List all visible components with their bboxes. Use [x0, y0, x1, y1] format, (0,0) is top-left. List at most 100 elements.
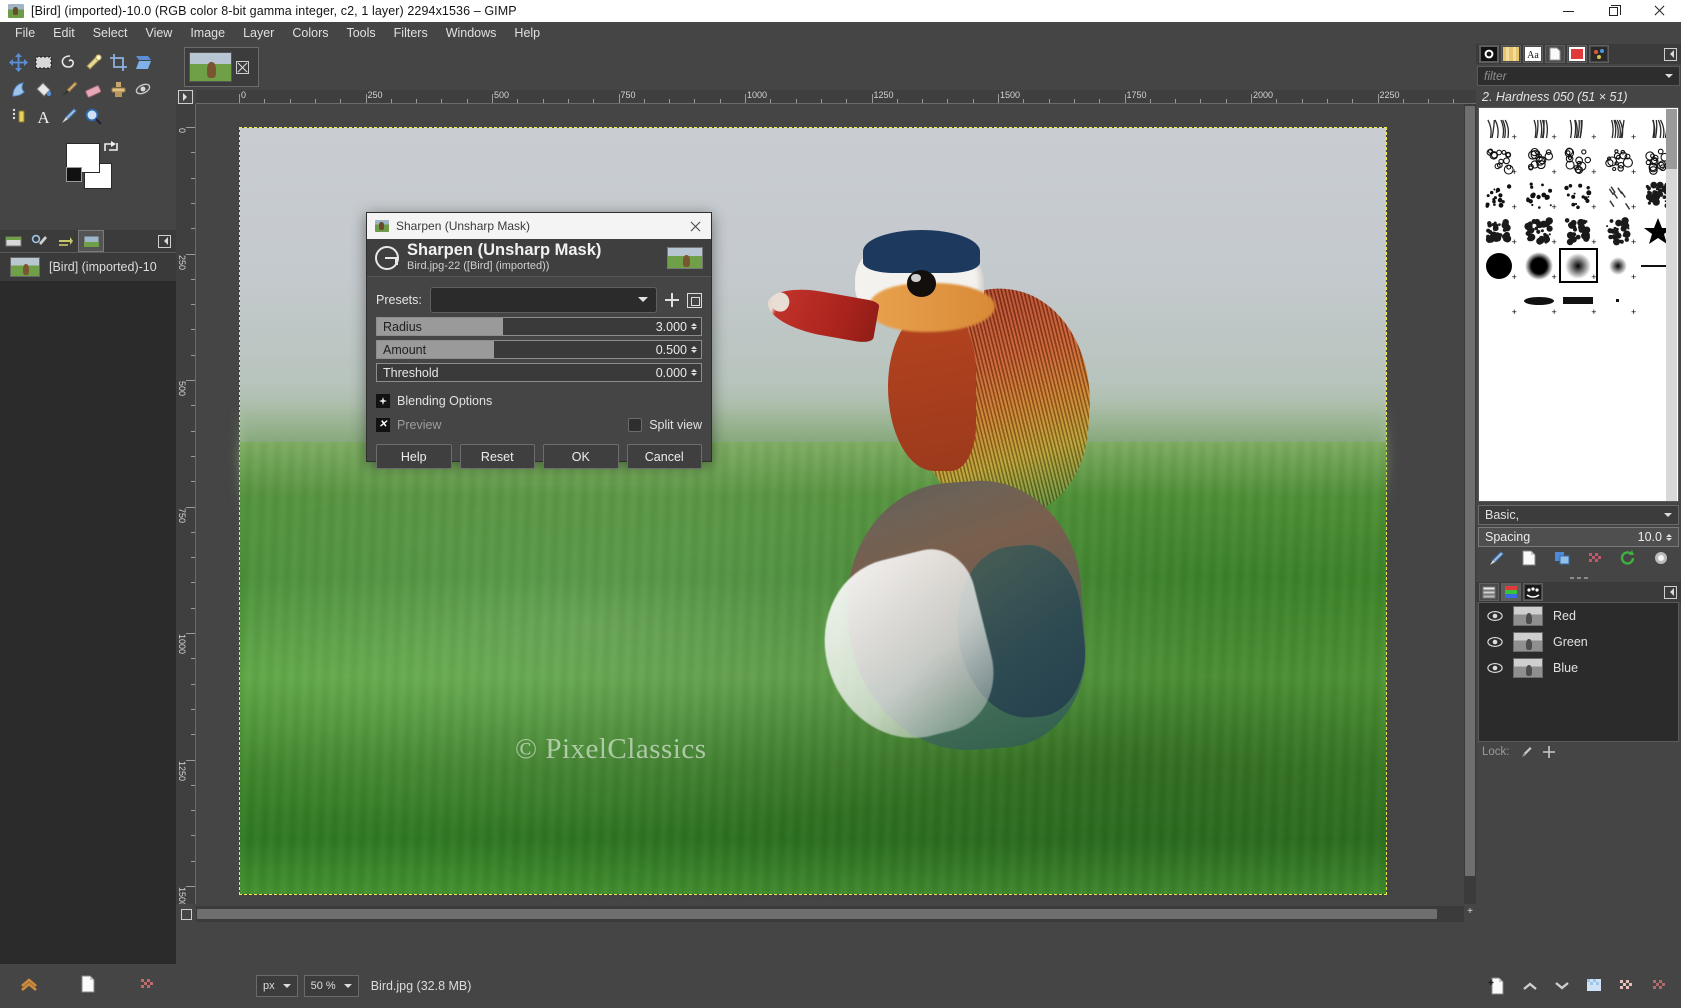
- brush-item[interactable]: +: [1559, 143, 1599, 178]
- brush-item[interactable]: +: [1598, 283, 1638, 318]
- preview-checkbox[interactable]: ✕: [376, 418, 390, 432]
- spacing-control[interactable]: Spacing 10.0: [1478, 527, 1679, 547]
- menu-help[interactable]: Help: [505, 24, 549, 42]
- brush-item[interactable]: +: [1519, 143, 1559, 178]
- radius-slider[interactable]: Radius 3.000: [376, 317, 702, 336]
- gradient-tool[interactable]: [6, 104, 31, 129]
- visibility-icon[interactable]: [1487, 662, 1503, 674]
- brush-item[interactable]: +: [1598, 178, 1638, 213]
- duplicate-brush-button[interactable]: [1553, 550, 1571, 571]
- chevron-down-icon[interactable]: [1665, 74, 1673, 82]
- brush-filter-input[interactable]: filter: [1477, 66, 1680, 86]
- reset-button[interactable]: Reset: [460, 444, 536, 469]
- paintbrush-tool[interactable]: [56, 77, 81, 102]
- delete-item-button[interactable]: [137, 975, 157, 998]
- menu-windows[interactable]: Windows: [437, 24, 506, 42]
- brush-item[interactable]: +: [1559, 248, 1599, 283]
- free-select-tool[interactable]: [56, 50, 81, 75]
- brush-item[interactable]: +: [1519, 178, 1559, 213]
- dock-menu-icon[interactable]: [1664, 586, 1677, 599]
- split-view-checkbox[interactable]: [628, 418, 642, 432]
- tab-documents[interactable]: [1545, 45, 1565, 63]
- quick-mask-toggle[interactable]: [178, 90, 193, 104]
- tab-patterns[interactable]: [1501, 45, 1521, 63]
- tab-fonts[interactable]: Aa: [1523, 45, 1543, 63]
- brush-item[interactable]: +: [1598, 143, 1638, 178]
- tab-undo-history[interactable]: [52, 230, 78, 252]
- brush-item[interactable]: +: [1598, 213, 1638, 248]
- presets-dropdown[interactable]: [430, 287, 657, 313]
- lower-channel-button[interactable]: [1552, 977, 1572, 1000]
- menu-tools[interactable]: Tools: [337, 24, 384, 42]
- list-item[interactable]: [Bird] (imported)-10: [0, 253, 176, 281]
- transform-tool[interactable]: [131, 50, 156, 75]
- tab-layers[interactable]: [1479, 583, 1499, 601]
- new-channel-button[interactable]: [1488, 977, 1508, 1000]
- open-brush-as-image-button[interactable]: [1652, 550, 1670, 571]
- navigation-button[interactable]: +: [1464, 906, 1476, 922]
- table-row[interactable]: Blue: [1479, 655, 1678, 681]
- brush-item[interactable]: +: [1598, 248, 1638, 283]
- brush-scroll-thumb[interactable]: [1666, 109, 1677, 169]
- lock-pixels-icon[interactable]: [1519, 745, 1533, 759]
- vertical-scroll-thumb[interactable]: [1465, 106, 1475, 876]
- tab-gradients[interactable]: [1567, 45, 1587, 63]
- brush-item[interactable]: +: [1519, 283, 1559, 318]
- zoom-image-button[interactable]: [178, 906, 194, 922]
- brush-item[interactable]: +: [1519, 248, 1559, 283]
- brush-item[interactable]: +: [1479, 248, 1519, 283]
- tab-channels[interactable]: [1501, 583, 1521, 601]
- raise-item-button[interactable]: [19, 975, 39, 998]
- pencil-tool[interactable]: [56, 104, 81, 129]
- menu-filters[interactable]: Filters: [385, 24, 437, 42]
- text-tool[interactable]: A: [31, 104, 56, 129]
- eraser-tool[interactable]: [81, 77, 106, 102]
- warp-tool[interactable]: [6, 77, 31, 102]
- threshold-slider[interactable]: Threshold 0.000: [376, 363, 702, 382]
- unit-selector[interactable]: px: [256, 975, 298, 997]
- dialog-close-icon[interactable]: [689, 220, 702, 233]
- tab-close-icon[interactable]: [236, 61, 249, 74]
- brush-grid[interactable]: ++++++++++++++++++++++++++++++: [1478, 107, 1679, 502]
- brush-item[interactable]: +: [1479, 178, 1519, 213]
- horizontal-scroll-thumb[interactable]: [197, 909, 1437, 919]
- dock-menu-icon[interactable]: [158, 235, 171, 248]
- dock-menu-icon[interactable]: [1664, 48, 1677, 61]
- zoom-selector[interactable]: 50 %: [304, 975, 359, 997]
- edit-brush-button[interactable]: [1487, 550, 1505, 571]
- help-button[interactable]: Help: [376, 444, 452, 469]
- menu-image[interactable]: Image: [181, 24, 234, 42]
- duplicate-channel-button[interactable]: [1585, 977, 1605, 1000]
- vertical-scrollbar[interactable]: [1464, 104, 1476, 904]
- zoom-tool[interactable]: [81, 104, 106, 129]
- refresh-brushes-button[interactable]: [1619, 550, 1637, 571]
- radius-stepper[interactable]: [691, 320, 697, 333]
- table-row[interactable]: Green: [1479, 629, 1678, 655]
- tab-brushes[interactable]: [1479, 45, 1499, 63]
- delete-brush-button[interactable]: [1586, 550, 1604, 571]
- visibility-icon[interactable]: [1487, 610, 1503, 622]
- tab-images[interactable]: [78, 230, 104, 252]
- brush-item[interactable]: +: [1559, 108, 1599, 143]
- table-row[interactable]: Red: [1479, 603, 1678, 629]
- amount-stepper[interactable]: [691, 343, 697, 356]
- crop-tool[interactable]: [106, 50, 131, 75]
- rectangle-select-tool[interactable]: [31, 50, 56, 75]
- preset-menu-icon[interactable]: [687, 293, 702, 308]
- brush-item[interactable]: +: [1559, 213, 1599, 248]
- close-button[interactable]: [1636, 0, 1681, 22]
- minimize-button[interactable]: [1546, 0, 1591, 22]
- raise-channel-button[interactable]: [1520, 977, 1540, 1000]
- brush-item[interactable]: +: [1519, 108, 1559, 143]
- amount-slider[interactable]: Amount 0.500: [376, 340, 702, 359]
- menu-colors[interactable]: Colors: [283, 24, 337, 42]
- clone-tool[interactable]: [106, 77, 131, 102]
- tab-paths[interactable]: [1523, 583, 1543, 601]
- brush-item[interactable]: +: [1559, 178, 1599, 213]
- blending-options-expander[interactable]: Blending Options: [376, 394, 702, 408]
- menu-select[interactable]: Select: [84, 24, 137, 42]
- brush-item[interactable]: +: [1519, 213, 1559, 248]
- brush-item[interactable]: +: [1479, 283, 1519, 318]
- smudge-tool[interactable]: [131, 77, 156, 102]
- dock-resize-grip[interactable]: [1476, 573, 1681, 582]
